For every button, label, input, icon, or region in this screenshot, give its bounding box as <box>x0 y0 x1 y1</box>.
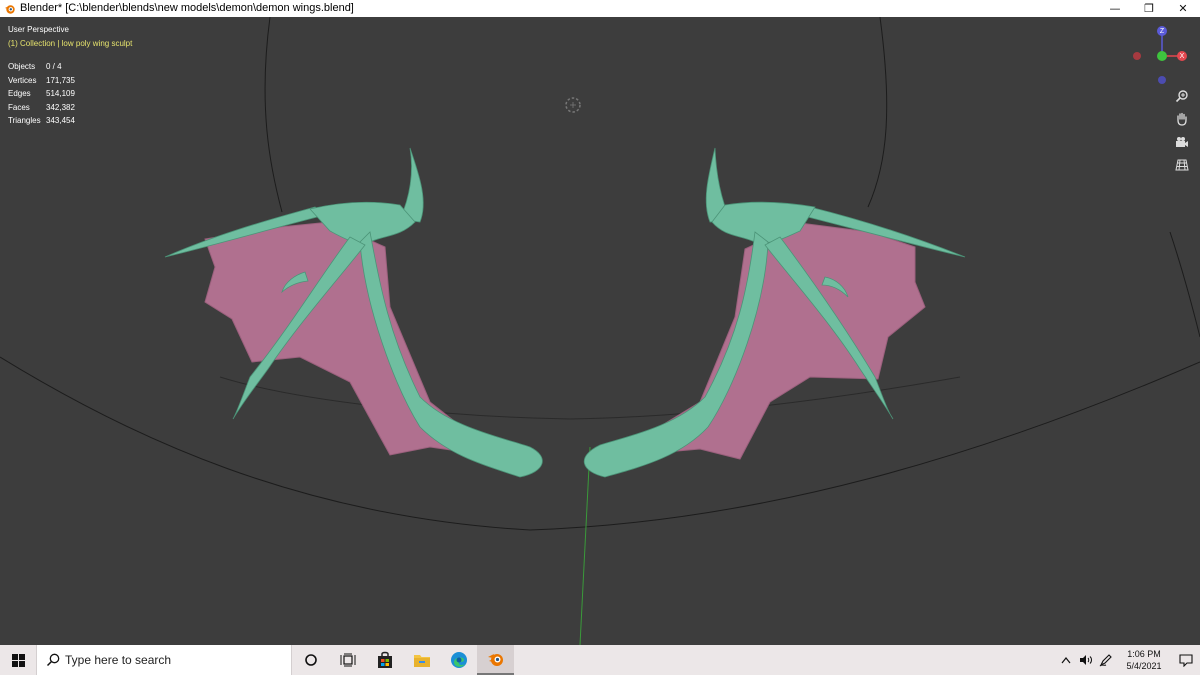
right-wing-membrane <box>609 222 926 460</box>
start-button[interactable] <box>0 645 36 675</box>
stat-row: Faces 342,382 <box>8 102 75 112</box>
taskbar-search-box[interactable] <box>36 645 292 675</box>
collection-label: (1) Collection | low poly wing sculpt <box>8 39 133 48</box>
mesh-outline-bottom <box>0 356 1200 531</box>
store-icon[interactable] <box>366 645 403 675</box>
stat-row: Edges 514,109 <box>8 89 75 98</box>
file-explorer-icon[interactable] <box>403 645 440 675</box>
chevron-up-icon[interactable] <box>1056 645 1076 675</box>
viewport-scene[interactable] <box>0 17 1200 645</box>
mesh-outline-left <box>264 17 283 213</box>
neg-x-axis-ball[interactable] <box>1133 52 1141 60</box>
3d-cursor-icon <box>565 97 581 113</box>
pen-icon[interactable] <box>1096 645 1116 675</box>
task-view-icon[interactable] <box>329 645 366 675</box>
windows-logo-icon <box>11 653 25 667</box>
z-axis-label: Z <box>1159 27 1165 35</box>
minimize-button[interactable]: — <box>1098 0 1132 17</box>
y-axis-ball[interactable] <box>1157 51 1167 61</box>
close-button[interactable]: ✕ <box>1166 0 1200 17</box>
restore-button[interactable]: ❐ <box>1132 0 1166 17</box>
left-wing-mesh <box>164 147 543 478</box>
window-title: Blender* [C:\blender\blends\new models\d… <box>20 2 354 14</box>
edge-icon[interactable] <box>440 645 477 675</box>
system-tray: 1:06 PM 5/4/2021 <box>1056 645 1200 675</box>
mesh-outline-inner <box>219 376 961 420</box>
volume-icon[interactable] <box>1076 645 1096 675</box>
neg-z-axis-ball[interactable] <box>1158 76 1166 84</box>
notification-center-icon[interactable] <box>1172 645 1200 675</box>
windows-taskbar: 1:06 PM 5/4/2021 <box>0 645 1200 675</box>
clock-date: 5/4/2021 <box>1126 661 1162 671</box>
y-axis-line <box>579 446 591 645</box>
zoom-icon[interactable] <box>1174 88 1190 104</box>
hand-pan-icon[interactable] <box>1174 111 1190 127</box>
search-icon <box>41 653 65 667</box>
blender-icon[interactable] <box>477 645 514 675</box>
clock-time: 1:06 PM <box>1127 649 1161 659</box>
camera-icon[interactable] <box>1174 134 1190 150</box>
grid-ortho-icon[interactable] <box>1174 157 1190 173</box>
mesh-outline-right <box>867 17 888 208</box>
3d-viewport[interactable]: User Perspective (1) Collection | low po… <box>0 17 1200 645</box>
scene-statistics: Objects 0 / 4 Vertices 171,735 Edges 514,10… <box>8 60 75 128</box>
stat-row: Vertices 171,735 <box>8 75 75 85</box>
x-axis-label: X <box>1179 52 1185 60</box>
search-input[interactable] <box>65 653 275 667</box>
window-title-bar[interactable]: Blender* [C:\blender\blends\new models\d… <box>0 0 1200 17</box>
taskbar-clock[interactable]: 1:06 PM 5/4/2021 <box>1116 648 1172 672</box>
right-wing-mesh <box>583 147 966 478</box>
stat-row: Objects 0 / 4 <box>8 62 62 71</box>
blender-app-icon <box>3 2 17 16</box>
stat-row: Triangles 343,454 <box>8 116 75 125</box>
view-name-label: User Perspective <box>8 25 69 34</box>
cortana-icon[interactable] <box>292 645 329 675</box>
